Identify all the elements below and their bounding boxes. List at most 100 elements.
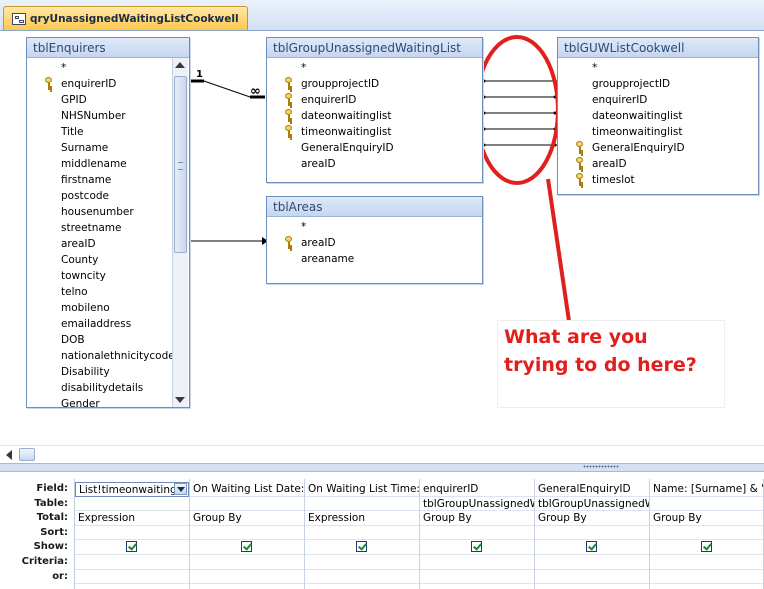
table-field[interactable]: areaname xyxy=(267,251,482,267)
table-title[interactable]: tblEnquirers xyxy=(27,38,189,58)
grid-cell-total[interactable]: Group By xyxy=(535,511,649,526)
table-field[interactable]: towncity xyxy=(27,268,189,284)
vertical-scrollbar[interactable] xyxy=(172,58,188,407)
grid-cell-criteria[interactable] xyxy=(190,555,304,570)
horizontal-scrollbar[interactable] xyxy=(0,445,764,464)
table-field[interactable]: streetname xyxy=(27,220,189,236)
query-design-grid[interactable]: Field: Table: Total: Sort: Show: Criteria: or:… xyxy=(0,479,764,589)
table-guw-cookwell[interactable]: tblGUWListCookwell * groupprojectID enquir… xyxy=(557,37,759,195)
grid-cell-table[interactable] xyxy=(75,497,189,512)
grid-cell-or[interactable] xyxy=(535,570,649,585)
table-field[interactable]: enquirerID xyxy=(558,92,758,108)
grid-cell-sort[interactable] xyxy=(535,526,649,541)
grid-cell-criteria[interactable] xyxy=(420,555,534,570)
grid-cell-show[interactable] xyxy=(650,540,763,555)
grid-cell-show[interactable] xyxy=(190,540,304,555)
grid-cell-show[interactable] xyxy=(420,540,534,555)
grid-cell-table[interactable] xyxy=(190,497,304,512)
grid-cell-show[interactable] xyxy=(305,540,419,555)
table-field[interactable]: * xyxy=(27,60,189,76)
grid-cell-or[interactable] xyxy=(650,570,763,585)
grid-cell-or[interactable] xyxy=(190,570,304,585)
scroll-thumb[interactable] xyxy=(19,448,35,461)
grid-column[interactable]: enquirerID tblGroupUnassignedW Group By xyxy=(420,479,535,589)
table-field[interactable]: telno xyxy=(27,284,189,300)
table-field[interactable]: disabilitydetails xyxy=(27,380,189,396)
table-field[interactable]: areaID xyxy=(267,235,482,251)
table-field[interactable]: nationalethnicitycode xyxy=(27,348,189,364)
grid-cell-sort[interactable] xyxy=(305,526,419,541)
table-field[interactable]: * xyxy=(267,60,482,76)
grid-cell-sort[interactable] xyxy=(75,526,189,541)
grid-cell-or[interactable] xyxy=(305,570,419,585)
table-field[interactable]: middlename xyxy=(27,156,189,172)
table-field[interactable]: Gender xyxy=(27,396,189,407)
grid-column[interactable]: List!timeonwaiting Expression xyxy=(75,479,190,589)
grid-cell-criteria[interactable] xyxy=(305,555,419,570)
table-group-unassigned[interactable]: tblGroupUnassignedWaitingList * groupproj… xyxy=(266,37,483,183)
scroll-left-icon[interactable] xyxy=(6,450,12,460)
pane-splitter[interactable] xyxy=(0,463,764,472)
table-field[interactable]: areaID xyxy=(558,156,758,172)
show-checkbox[interactable] xyxy=(241,541,252,553)
table-field[interactable]: enquirerID xyxy=(27,76,189,92)
table-field[interactable]: areaID xyxy=(27,236,189,252)
field-list[interactable]: * groupprojectID enquirerID dateonwaitingli… xyxy=(267,58,482,182)
grid-column[interactable]: GeneralEnquiryID tblGroupUnassignedW Group… xyxy=(535,479,650,589)
grid-cell-field[interactable]: Name: [Surname] & ", xyxy=(650,482,763,497)
grid-cell-sort[interactable] xyxy=(190,526,304,541)
grid-cell-show[interactable] xyxy=(535,540,649,555)
scroll-thumb[interactable] xyxy=(174,76,187,253)
table-field[interactable]: firstname xyxy=(27,172,189,188)
table-field[interactable]: housenumber xyxy=(27,204,189,220)
grid-cell-table[interactable]: tblGroupUnassignedW xyxy=(535,497,649,512)
grid-column[interactable]: On Waiting List Date: Group By xyxy=(190,479,305,589)
show-checkbox[interactable] xyxy=(586,541,597,553)
grid-cell-field[interactable]: On Waiting List Time: xyxy=(305,482,419,497)
scroll-up-icon[interactable] xyxy=(175,62,185,68)
grid-cell-table[interactable] xyxy=(650,497,763,512)
grid-cell-table[interactable] xyxy=(305,497,419,512)
table-field[interactable]: timeslot xyxy=(558,172,758,188)
grid-cell-total[interactable]: Expression xyxy=(305,511,419,526)
grid-cell-criteria[interactable] xyxy=(75,555,189,570)
table-field[interactable]: groupprojectID xyxy=(267,76,482,92)
scroll-down-icon[interactable] xyxy=(175,397,185,403)
grid-cell-total[interactable]: Expression xyxy=(75,511,189,526)
field-list[interactable]: * groupprojectID enquirerID dateonwaitingli… xyxy=(558,58,758,194)
grid-column[interactable]: Name: [Surname] & ", Group By xyxy=(650,479,764,589)
table-field[interactable]: postcode xyxy=(27,188,189,204)
table-field[interactable]: dateonwaitinglist xyxy=(558,108,758,124)
table-field[interactable]: DOB xyxy=(27,332,189,348)
show-checkbox[interactable] xyxy=(356,541,367,553)
show-checkbox[interactable] xyxy=(471,541,482,553)
table-field[interactable]: emailaddress xyxy=(27,316,189,332)
table-field[interactable]: GeneralEnquiryID xyxy=(267,140,482,156)
grid-cell-or[interactable] xyxy=(75,570,189,585)
table-field[interactable]: enquirerID xyxy=(267,92,482,108)
table-areas[interactable]: tblAreas * areaID areaname xyxy=(266,196,483,284)
grid-cell-field[interactable]: List!timeonwaiting xyxy=(75,482,189,497)
grid-cell-field[interactable]: GeneralEnquiryID xyxy=(535,482,649,497)
field-list[interactable]: * enquirerID GPID NHSNumber Title Surname midd… xyxy=(27,58,189,407)
grid-cell-total[interactable]: Group By xyxy=(190,511,304,526)
grid-column[interactable]: On Waiting List Time: Expression xyxy=(305,479,420,589)
table-field[interactable]: groupprojectID xyxy=(558,76,758,92)
table-title[interactable]: tblAreas xyxy=(267,197,482,217)
grid-cell-criteria[interactable] xyxy=(535,555,649,570)
grid-cell-total[interactable]: Group By xyxy=(420,511,534,526)
table-enquirers[interactable]: tblEnquirers * enquirerID GPID NHSNumber Tit… xyxy=(26,37,190,408)
table-field[interactable]: dateonwaitinglist xyxy=(267,108,482,124)
grid-cell-sort[interactable] xyxy=(420,526,534,541)
grid-cell-sort[interactable] xyxy=(650,526,763,541)
table-field[interactable]: GPID xyxy=(27,92,189,108)
table-field[interactable]: Title xyxy=(27,124,189,140)
show-checkbox[interactable] xyxy=(126,541,137,553)
table-field[interactable]: Surname xyxy=(27,140,189,156)
grid-cell-total[interactable]: Group By xyxy=(650,511,763,526)
grid-cell-or[interactable] xyxy=(420,570,534,585)
table-field[interactable]: areaID xyxy=(267,156,482,172)
query-tab[interactable]: qryUnassignedWaitingListCookwell xyxy=(3,6,248,30)
table-field[interactable]: mobileno xyxy=(27,300,189,316)
grid-cell-show[interactable] xyxy=(75,540,189,555)
